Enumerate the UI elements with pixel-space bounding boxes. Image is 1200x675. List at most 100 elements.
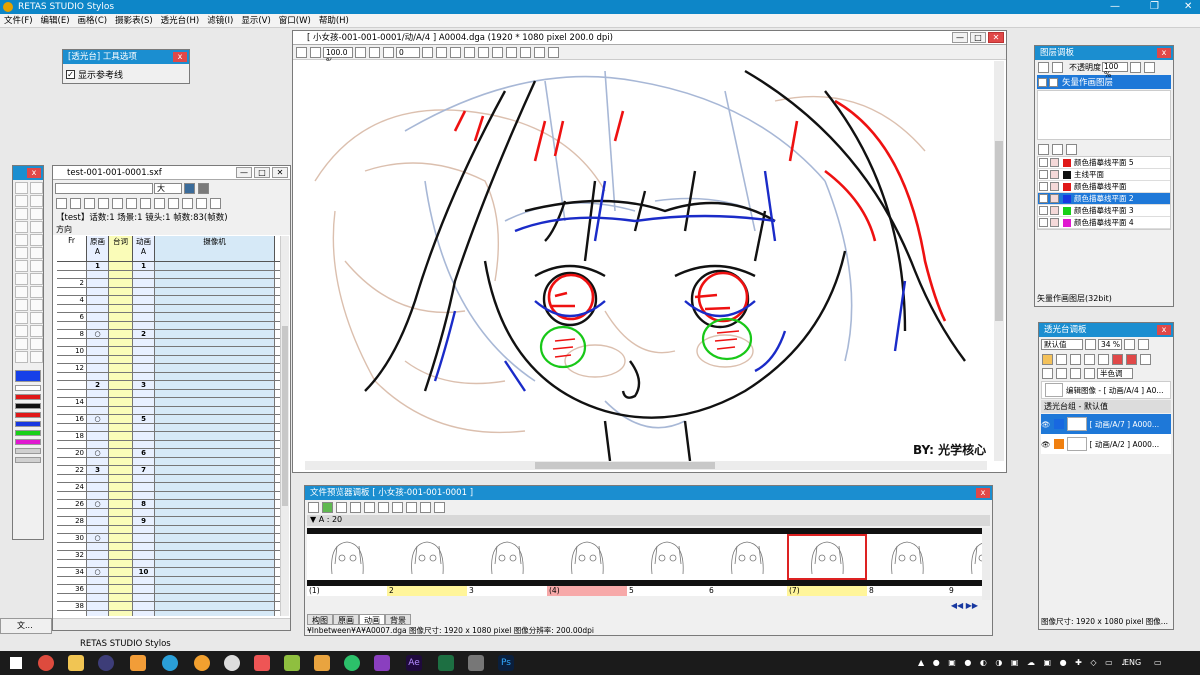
xsheet-cell[interactable] (87, 287, 109, 295)
flip-v-icon[interactable] (450, 46, 461, 58)
color-swatch[interactable] (15, 430, 41, 436)
maximize-button[interactable]: □ (970, 32, 986, 43)
xsheet-cell[interactable] (109, 262, 133, 270)
stamp-tool-icon[interactable] (30, 234, 43, 246)
xsheet-cell[interactable] (109, 372, 133, 380)
xsheet-cell[interactable] (133, 304, 155, 312)
lock-icon[interactable] (1050, 170, 1059, 179)
menu-item-1[interactable]: 编辑(E) (37, 14, 74, 28)
xsheet-cell[interactable] (155, 364, 275, 372)
xsheet-cell[interactable] (87, 517, 109, 525)
close-panel-button[interactable]: x (976, 488, 990, 498)
plane-row[interactable]: 颜色描摹线平面 2 (1038, 193, 1170, 205)
menu-item-0[interactable]: 文件(F) (0, 14, 37, 28)
xsheet-cell[interactable] (155, 406, 275, 414)
xsheet-cell[interactable] (155, 500, 275, 508)
xsheet-cell[interactable] (133, 534, 155, 542)
xsheet-cell[interactable] (109, 355, 133, 363)
xsheet-cell[interactable]: 28 (57, 517, 87, 525)
export-sheet-icon[interactable] (210, 197, 221, 209)
xsheet-cell[interactable] (133, 355, 155, 363)
frame-thumb[interactable]: 5 (627, 528, 707, 600)
xsheet-row[interactable] (57, 491, 281, 500)
show-guide-checkbox[interactable]: ✓ (66, 70, 75, 79)
xsheet-cell[interactable] (133, 406, 155, 414)
step-2-icon[interactable] (196, 197, 207, 209)
color-swatch[interactable] (15, 421, 41, 427)
xsheet-cell[interactable] (109, 440, 133, 448)
xsheet-row[interactable] (57, 338, 281, 347)
opacity-arrow-icon[interactable] (1130, 61, 1141, 73)
paste-icon[interactable] (364, 502, 375, 513)
xsheet-row[interactable] (57, 610, 281, 616)
xsheet-cell[interactable]: 8 (57, 330, 87, 338)
xsheet-row[interactable] (57, 593, 281, 602)
lock-icon[interactable] (1050, 158, 1059, 167)
zoom-input[interactable]: 100.0 % (323, 46, 353, 66)
xsheet-cell[interactable]: ○ (87, 449, 109, 457)
top-layer-row[interactable]: 矢量作画图层 (1037, 75, 1171, 89)
xsheet-cell[interactable]: 8 (133, 500, 155, 508)
xsheet-cell[interactable]: 32 (57, 551, 87, 559)
xsheet-cell[interactable]: 3 (133, 381, 155, 389)
brush-icon[interactable] (140, 197, 151, 209)
xsheet-cell[interactable] (109, 287, 133, 295)
xsheet-cell[interactable] (87, 551, 109, 559)
xsheet-cell[interactable] (57, 593, 87, 601)
xsheet-cell[interactable] (109, 381, 133, 389)
xsheet-cell[interactable] (87, 585, 109, 593)
xsheet-cell[interactable] (155, 534, 275, 542)
xsheet-cell[interactable] (109, 347, 133, 355)
lasso-tool-icon[interactable] (15, 182, 28, 194)
xsheet-row[interactable] (57, 542, 281, 551)
xsheet-cell[interactable] (109, 585, 133, 593)
visibility-eye-icon[interactable] (1039, 218, 1048, 227)
xsheet-cell[interactable] (87, 491, 109, 499)
close-icon[interactable]: ✕ (1184, 0, 1192, 14)
menu-item-6[interactable]: 显示(V) (237, 14, 274, 28)
xsheet-cell[interactable] (133, 398, 155, 406)
xsheet-cell[interactable] (155, 313, 275, 321)
xsheet-hscrollbar[interactable] (53, 618, 290, 630)
color-swatch[interactable] (15, 412, 41, 418)
close-button[interactable]: ✕ (988, 32, 1004, 43)
arrow-right-icon[interactable] (1126, 353, 1137, 365)
xsheet-cell[interactable] (87, 542, 109, 550)
select-arrow-icon[interactable] (56, 197, 67, 209)
xsheet-row[interactable] (57, 355, 281, 364)
eraser-icon[interactable] (154, 197, 165, 209)
xsheet-row[interactable]: 26 ○ 8 (57, 500, 281, 509)
layer-menu-icon[interactable] (1144, 61, 1155, 73)
xsheet-cell[interactable] (155, 381, 275, 389)
preset-dropdown[interactable]: 默认值 (1041, 339, 1083, 350)
pen-icon[interactable] (70, 197, 81, 209)
visibility-eye-icon[interactable] (1039, 158, 1048, 167)
xsheet-cell[interactable] (155, 296, 275, 304)
xsheet-cell[interactable] (133, 287, 155, 295)
restore-icon[interactable]: ❐ (1150, 0, 1159, 14)
arrow-left-tool-icon[interactable] (15, 208, 28, 220)
xsheet-cell[interactable]: 6 (133, 449, 155, 457)
preview-tab[interactable]: 动画 (359, 614, 385, 625)
xsheet-cell[interactable]: 7 (133, 466, 155, 474)
triangle-up-icon[interactable] (98, 197, 109, 209)
xsheet-cell[interactable] (133, 576, 155, 584)
opacity-slider-icon[interactable] (1124, 339, 1135, 350)
xsheet-cell[interactable]: 34 (57, 568, 87, 576)
rotate-reset-icon[interactable] (383, 46, 394, 58)
folder-icon[interactable] (1042, 353, 1053, 365)
xsheet-cell[interactable] (87, 610, 109, 616)
xsheet-cell[interactable]: 2 (87, 381, 109, 389)
close-toolbox-button[interactable]: x (27, 168, 41, 178)
fill-tool-icon[interactable] (15, 195, 28, 207)
xsheet-cell[interactable] (57, 270, 87, 278)
export-icon[interactable] (198, 182, 209, 194)
xsheet-cell[interactable] (87, 296, 109, 304)
xsheet-row[interactable]: 22 3 7 (57, 466, 281, 475)
grid-view-icon[interactable] (184, 182, 195, 194)
xsheet-cell[interactable] (155, 542, 275, 550)
ellipse-tool-icon[interactable] (30, 312, 43, 324)
visibility-eye-icon[interactable]: 👁 (1041, 440, 1051, 449)
xsheet-cell[interactable]: 9 (133, 517, 155, 525)
frame-thumb[interactable]: 8 (867, 528, 947, 600)
